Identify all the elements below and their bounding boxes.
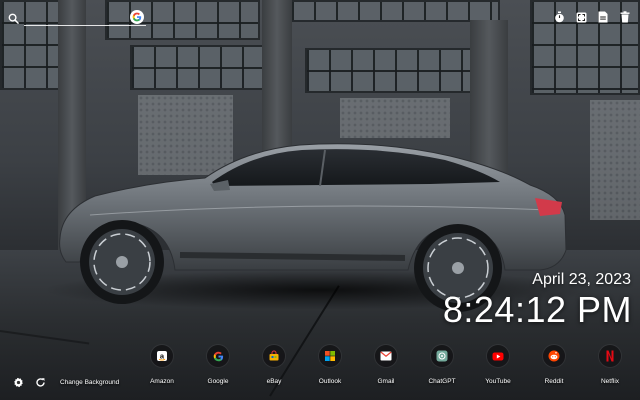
pillar: [58, 0, 86, 250]
search-icon[interactable]: [6, 11, 20, 25]
shortcut-outlook[interactable]: Outlook: [302, 345, 358, 385]
perforated-panel: [590, 100, 640, 220]
gear-icon[interactable]: [12, 376, 24, 388]
trash-icon[interactable]: [618, 10, 632, 24]
perforated-panel: [340, 98, 450, 138]
ebay-icon: [263, 345, 285, 367]
perforated-panel: [138, 95, 233, 175]
search-input[interactable]: [24, 10, 146, 26]
shortcut-netflix[interactable]: Netflix: [582, 345, 638, 385]
clock-date: April 23, 2023: [532, 271, 631, 288]
top-toolbar: [552, 10, 632, 24]
shortcut-label: eBay: [266, 378, 282, 385]
outlook-icon: [319, 345, 341, 367]
amazon-icon: a: [151, 345, 173, 367]
google-icon: [207, 345, 229, 367]
pillar: [470, 20, 508, 240]
fullscreen-icon[interactable]: [574, 10, 588, 24]
shortcut-google[interactable]: Google: [190, 345, 246, 385]
window-pane: [305, 48, 485, 93]
shortcuts-dock: a Amazon Google eBay Outlook Gmail ChatG…: [134, 345, 638, 385]
search-bar: [6, 8, 146, 28]
shortcut-youtube[interactable]: YouTube: [470, 345, 526, 385]
shortcut-chatgpt[interactable]: ChatGPT: [414, 345, 470, 385]
clock-time: 8:24:12 PM: [442, 289, 632, 330]
gmail-icon: [375, 345, 397, 367]
shortcut-reddit[interactable]: Reddit: [526, 345, 582, 385]
shortcut-label: Google: [207, 378, 229, 385]
timer-icon[interactable]: [552, 10, 566, 24]
save-icon[interactable]: [596, 10, 610, 24]
shortcut-label: ChatGPT: [428, 378, 456, 385]
netflix-icon: [599, 345, 621, 367]
shortcut-label: Gmail: [377, 378, 395, 385]
google-icon[interactable]: [130, 10, 144, 24]
shortcut-amazon[interactable]: a Amazon: [134, 345, 190, 385]
window-pane: [290, 0, 500, 22]
reddit-icon: [543, 345, 565, 367]
shortcut-label: Amazon: [150, 378, 174, 385]
shortcut-label: Netflix: [600, 378, 620, 385]
shortcut-label: Reddit: [544, 378, 564, 385]
bottom-left-controls: Change Background: [12, 376, 119, 388]
window-pane: [130, 45, 265, 90]
change-background-button[interactable]: Change Background: [60, 379, 119, 386]
shortcut-label: YouTube: [485, 378, 511, 385]
shortcut-label: Outlook: [318, 378, 342, 385]
refresh-icon[interactable]: [34, 376, 46, 388]
background-wallpaper: [0, 0, 640, 400]
youtube-icon: [487, 345, 509, 367]
shortcut-ebay[interactable]: eBay: [246, 345, 302, 385]
shortcut-gmail[interactable]: Gmail: [358, 345, 414, 385]
pillar: [262, 0, 292, 200]
chatgpt-icon: [431, 345, 453, 367]
